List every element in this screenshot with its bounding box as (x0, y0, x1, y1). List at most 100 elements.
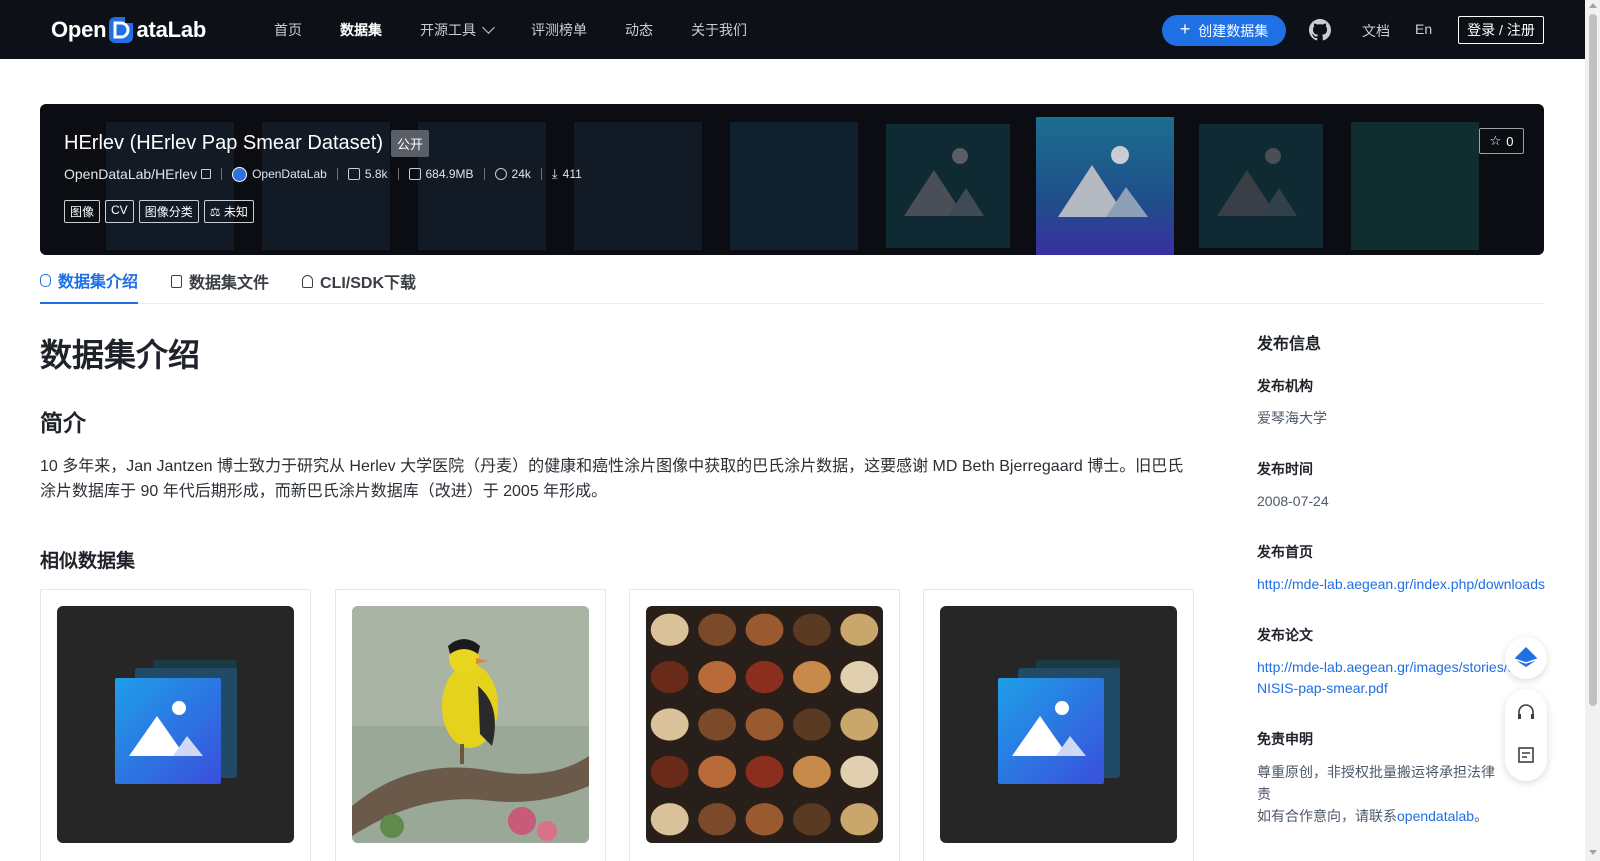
banner-image-placeholder-icon (886, 124, 1010, 248)
dataset-size: 684.9MB (425, 167, 474, 181)
similar-dataset-card[interactable] (40, 589, 311, 861)
bird-image (352, 606, 589, 843)
divider (483, 168, 485, 180)
scroll-up-arrow[interactable] (1589, 3, 1597, 8)
file-count: 5.8k (364, 167, 388, 181)
nav-datasets[interactable]: 数据集 (340, 20, 382, 40)
org-label: 发布机构 (1257, 378, 1313, 394)
headset-icon[interactable] (1516, 703, 1536, 723)
dataset-tabs: 数据集介绍 数据集文件 CLI/SDK下载 (40, 258, 1544, 304)
disclaimer-text: 尊重原创，非授权批量搬运将承担法律责 如有合作意向，请联系opendatalab… (1257, 761, 1507, 827)
disclaimer-line1: 尊重原创，非授权批量搬运将承担法律责 (1257, 764, 1495, 802)
file-icon (347, 168, 360, 180)
nav-home[interactable]: 首页 (274, 20, 302, 40)
similar-dataset-card[interactable] (335, 589, 606, 861)
tab-cli-sdk[interactable]: CLI/SDK下载 (302, 258, 416, 304)
page-scrollbar[interactable] (1585, 0, 1600, 861)
scroll-down-arrow[interactable] (1589, 850, 1597, 855)
disclaimer-end: 。 (1474, 808, 1489, 824)
paper-link-line1: http://mde-lab.aegean.gr/images/stories/… (1257, 659, 1542, 675)
similar-dataset-card[interactable] (629, 589, 900, 861)
tab-cli-sdk-label: CLI/SDK下载 (320, 275, 417, 292)
license-tag[interactable]: ⚖ 未知 (203, 200, 254, 223)
page-title: 数据集介绍 (40, 337, 201, 373)
create-dataset-button[interactable]: + 创建数据集 (1162, 15, 1286, 46)
send-icon (1513, 647, 1539, 667)
logo-text-datalab: ataLab (136, 17, 207, 42)
dataset-title: HErlev (HErlev Pap Smear Dataset) 公开 (64, 130, 429, 157)
logo-d-icon (107, 15, 135, 45)
tab-intro-label: 数据集介绍 (58, 274, 139, 291)
divider (221, 168, 223, 180)
scale-icon: ⚖ (209, 205, 221, 219)
nav-tools-label: 开源工具 (420, 21, 476, 38)
download-icon: ⤓ (551, 166, 558, 181)
chevron-down-icon (482, 21, 495, 34)
document-icon (171, 274, 183, 288)
time-value: 2008-07-24 (1257, 493, 1329, 509)
star-button[interactable]: ☆ 0 (1479, 128, 1524, 154)
nav-tools[interactable]: 开源工具 (420, 20, 495, 40)
nav-news[interactable]: 动态 (625, 20, 653, 40)
tab-intro[interactable]: 数据集介绍 (40, 258, 139, 304)
banner-tile (418, 122, 546, 250)
copy-icon[interactable] (201, 169, 212, 179)
banner-tile (730, 122, 858, 250)
publish-info-title: 发布信息 (1257, 336, 1322, 353)
org-name[interactable]: OpenDataLab (252, 167, 327, 181)
dataset-placeholder-icon (57, 606, 294, 843)
homepage-link[interactable]: http://mde-lab.aegean.gr/index.php/downl… (1257, 574, 1557, 595)
float-tools (1505, 689, 1547, 781)
tab-files[interactable]: 数据集文件 (171, 258, 269, 304)
logo-text-open: Open (51, 17, 107, 42)
dataset-meta: OpenDataLab/HErlev OpenDataLab 5.8k 684.… (64, 166, 582, 182)
disk-icon (408, 168, 421, 180)
paper-link-line2: NISIS-pap-smear.pdf (1257, 680, 1388, 696)
divider (397, 168, 399, 180)
license-label: 未知 (223, 205, 248, 219)
scroll-thumb[interactable] (1589, 14, 1597, 706)
download-count: 411 (562, 167, 582, 181)
docs-link[interactable]: 文档 (1362, 21, 1390, 41)
disclaimer-line2: 如有合作意向，请联系 (1257, 808, 1397, 824)
language-toggle[interactable]: En (1415, 21, 1432, 37)
cloud-download-icon (302, 274, 314, 288)
divider (540, 168, 542, 180)
similar-dataset-card[interactable] (923, 589, 1194, 861)
create-dataset-label: 创建数据集 (1198, 22, 1269, 39)
homepage-label: 发布首页 (1257, 544, 1313, 560)
contact-link[interactable]: opendatalab (1397, 808, 1474, 824)
tag[interactable]: 图像 (64, 200, 101, 223)
star-icon: ☆ (1489, 133, 1502, 148)
nav-links: 首页 数据集 开源工具 评测榜单 动态 关于我们 (274, 0, 785, 59)
edit-note-icon[interactable] (1516, 745, 1536, 765)
nav-leaderboard[interactable]: 评测榜单 (531, 20, 587, 40)
feedback-float-button[interactable] (1505, 637, 1547, 679)
tag[interactable]: 图像分类 (138, 200, 199, 223)
food-grid-image (646, 606, 883, 843)
org-avatar (232, 166, 248, 182)
intro-paragraph: 10 多年来，Jan Jantzen 博士致力于研究从 Herlev 大学医院（… (40, 458, 1184, 500)
section-title-intro: 简介 (40, 410, 86, 436)
org-value: 爱琴海大学 (1257, 410, 1327, 426)
login-button[interactable]: 登录 / 注册 (1458, 16, 1544, 44)
github-icon[interactable] (1309, 19, 1331, 41)
nav-about[interactable]: 关于我们 (691, 20, 747, 40)
visibility-badge: 公开 (390, 130, 429, 157)
divider (336, 168, 338, 180)
tag[interactable]: CV (105, 200, 134, 223)
view-count: 24k (511, 167, 531, 181)
dataset-banner: HErlev (HErlev Pap Smear Dataset) 公开 ☆ 0 … (40, 104, 1544, 255)
top-nav: Open ataLab 首页 数据集 开源工具 评测榜单 动态 关于我们 + 创建… (0, 0, 1585, 59)
eye-icon (494, 168, 507, 180)
database-icon (40, 273, 51, 287)
dataset-tags: 图像 CV 图像分类 ⚖ 未知 (64, 200, 259, 223)
logo[interactable]: Open ataLab (51, 14, 206, 46)
dataset-title-text: HErlev (HErlev Pap Smear Dataset) (64, 132, 383, 154)
banner-tile (1351, 122, 1479, 250)
banner-image-placeholder-icon (1199, 124, 1323, 248)
section-title-similar: 相似数据集 (40, 551, 136, 572)
banner-image-placeholder-icon (1036, 117, 1174, 255)
banner-tile (574, 122, 702, 250)
star-count: 0 (1506, 133, 1514, 149)
